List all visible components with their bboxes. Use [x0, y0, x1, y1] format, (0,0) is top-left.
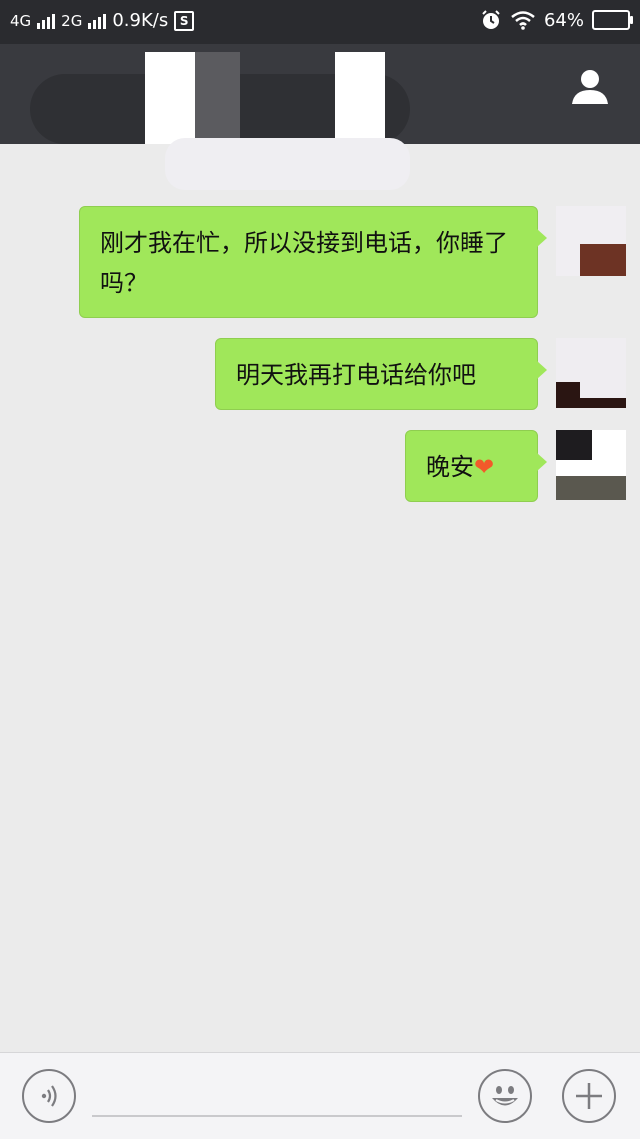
avatar[interactable] — [556, 430, 626, 500]
signal-bars-icon — [88, 13, 107, 29]
wifi-icon — [511, 11, 535, 30]
avatar[interactable] — [556, 206, 626, 276]
emoji-button[interactable] — [478, 1069, 532, 1123]
message-input[interactable] — [92, 1115, 462, 1117]
message-bubble[interactable]: 刚才我在忙，所以没接到电话，你睡了吗？ — [79, 206, 547, 318]
emoji-icon — [492, 1086, 518, 1106]
input-bar — [0, 1052, 640, 1139]
chat-header — [0, 44, 640, 144]
avatar[interactable] — [556, 338, 626, 408]
add-button[interactable] — [562, 1069, 616, 1123]
battery-icon — [592, 10, 633, 30]
message-text: 明天我再打电话给你吧 — [236, 361, 476, 389]
voice-button[interactable] — [22, 1069, 76, 1123]
s-app-icon: S — [174, 10, 195, 31]
redaction-block — [335, 52, 385, 144]
message-bubble[interactable]: 明天我再打电话给你吧 — [215, 338, 547, 410]
network-2g-label: 2G — [61, 11, 83, 30]
voice-icon — [41, 1085, 57, 1107]
message-bubble[interactable]: 晚安❤ — [405, 430, 547, 502]
redaction-block — [165, 138, 410, 190]
status-right: 64% — [480, 9, 633, 31]
redaction-block — [195, 52, 240, 144]
network-4g-label: 4G — [10, 11, 32, 30]
battery-percent: 64% — [543, 9, 584, 31]
alarm-icon — [482, 10, 500, 29]
heart-emoji: ❤ — [474, 453, 495, 481]
signal-bars-icon — [37, 13, 56, 29]
person-icon[interactable] — [570, 66, 610, 106]
plus-icon — [576, 1083, 602, 1109]
status-bar: 4G 2G 0.9K/s S 64% — [0, 0, 640, 44]
network-speed: 0.9K/s — [112, 10, 169, 31]
message-text: 晚安 — [426, 453, 474, 481]
status-left: 4G 2G 0.9K/s S — [10, 10, 195, 31]
message-text: 刚才我在忙，所以没接到电话，你睡了吗？ — [100, 229, 508, 297]
